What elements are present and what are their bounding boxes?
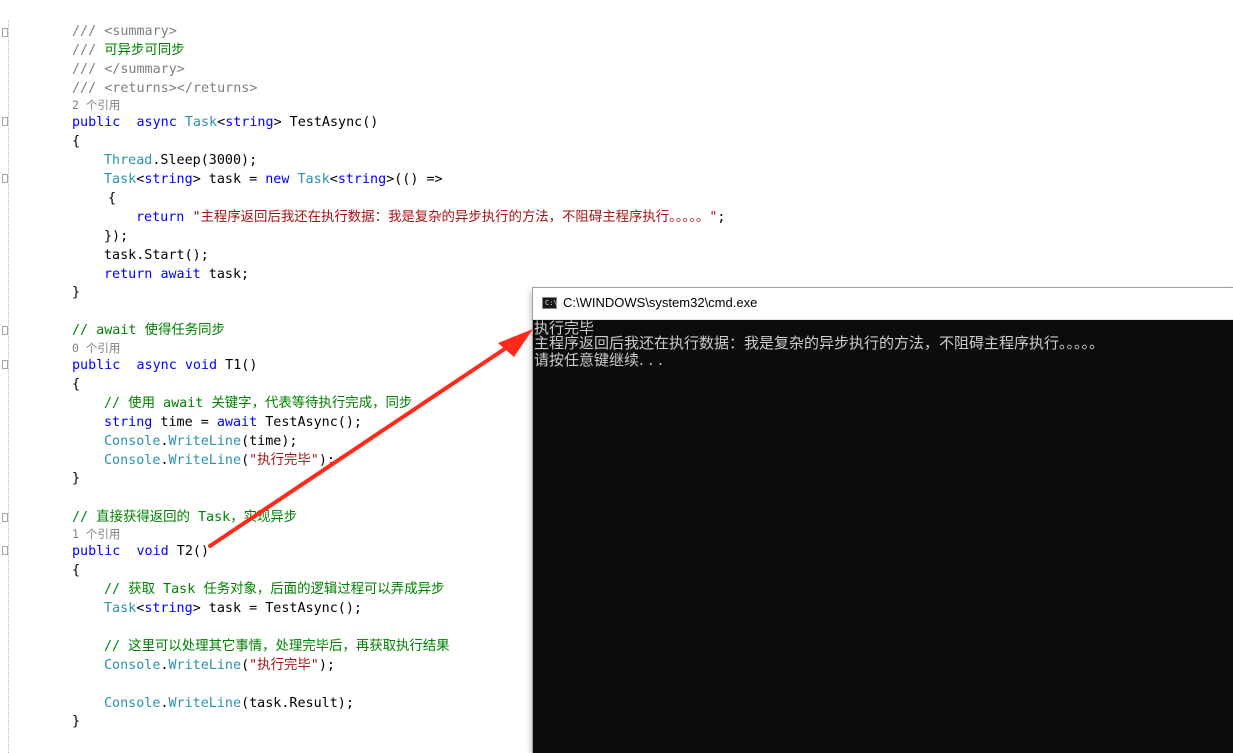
annotation-arrow <box>208 329 533 548</box>
arrow-shaft <box>208 342 514 548</box>
arrow-head <box>498 329 533 357</box>
